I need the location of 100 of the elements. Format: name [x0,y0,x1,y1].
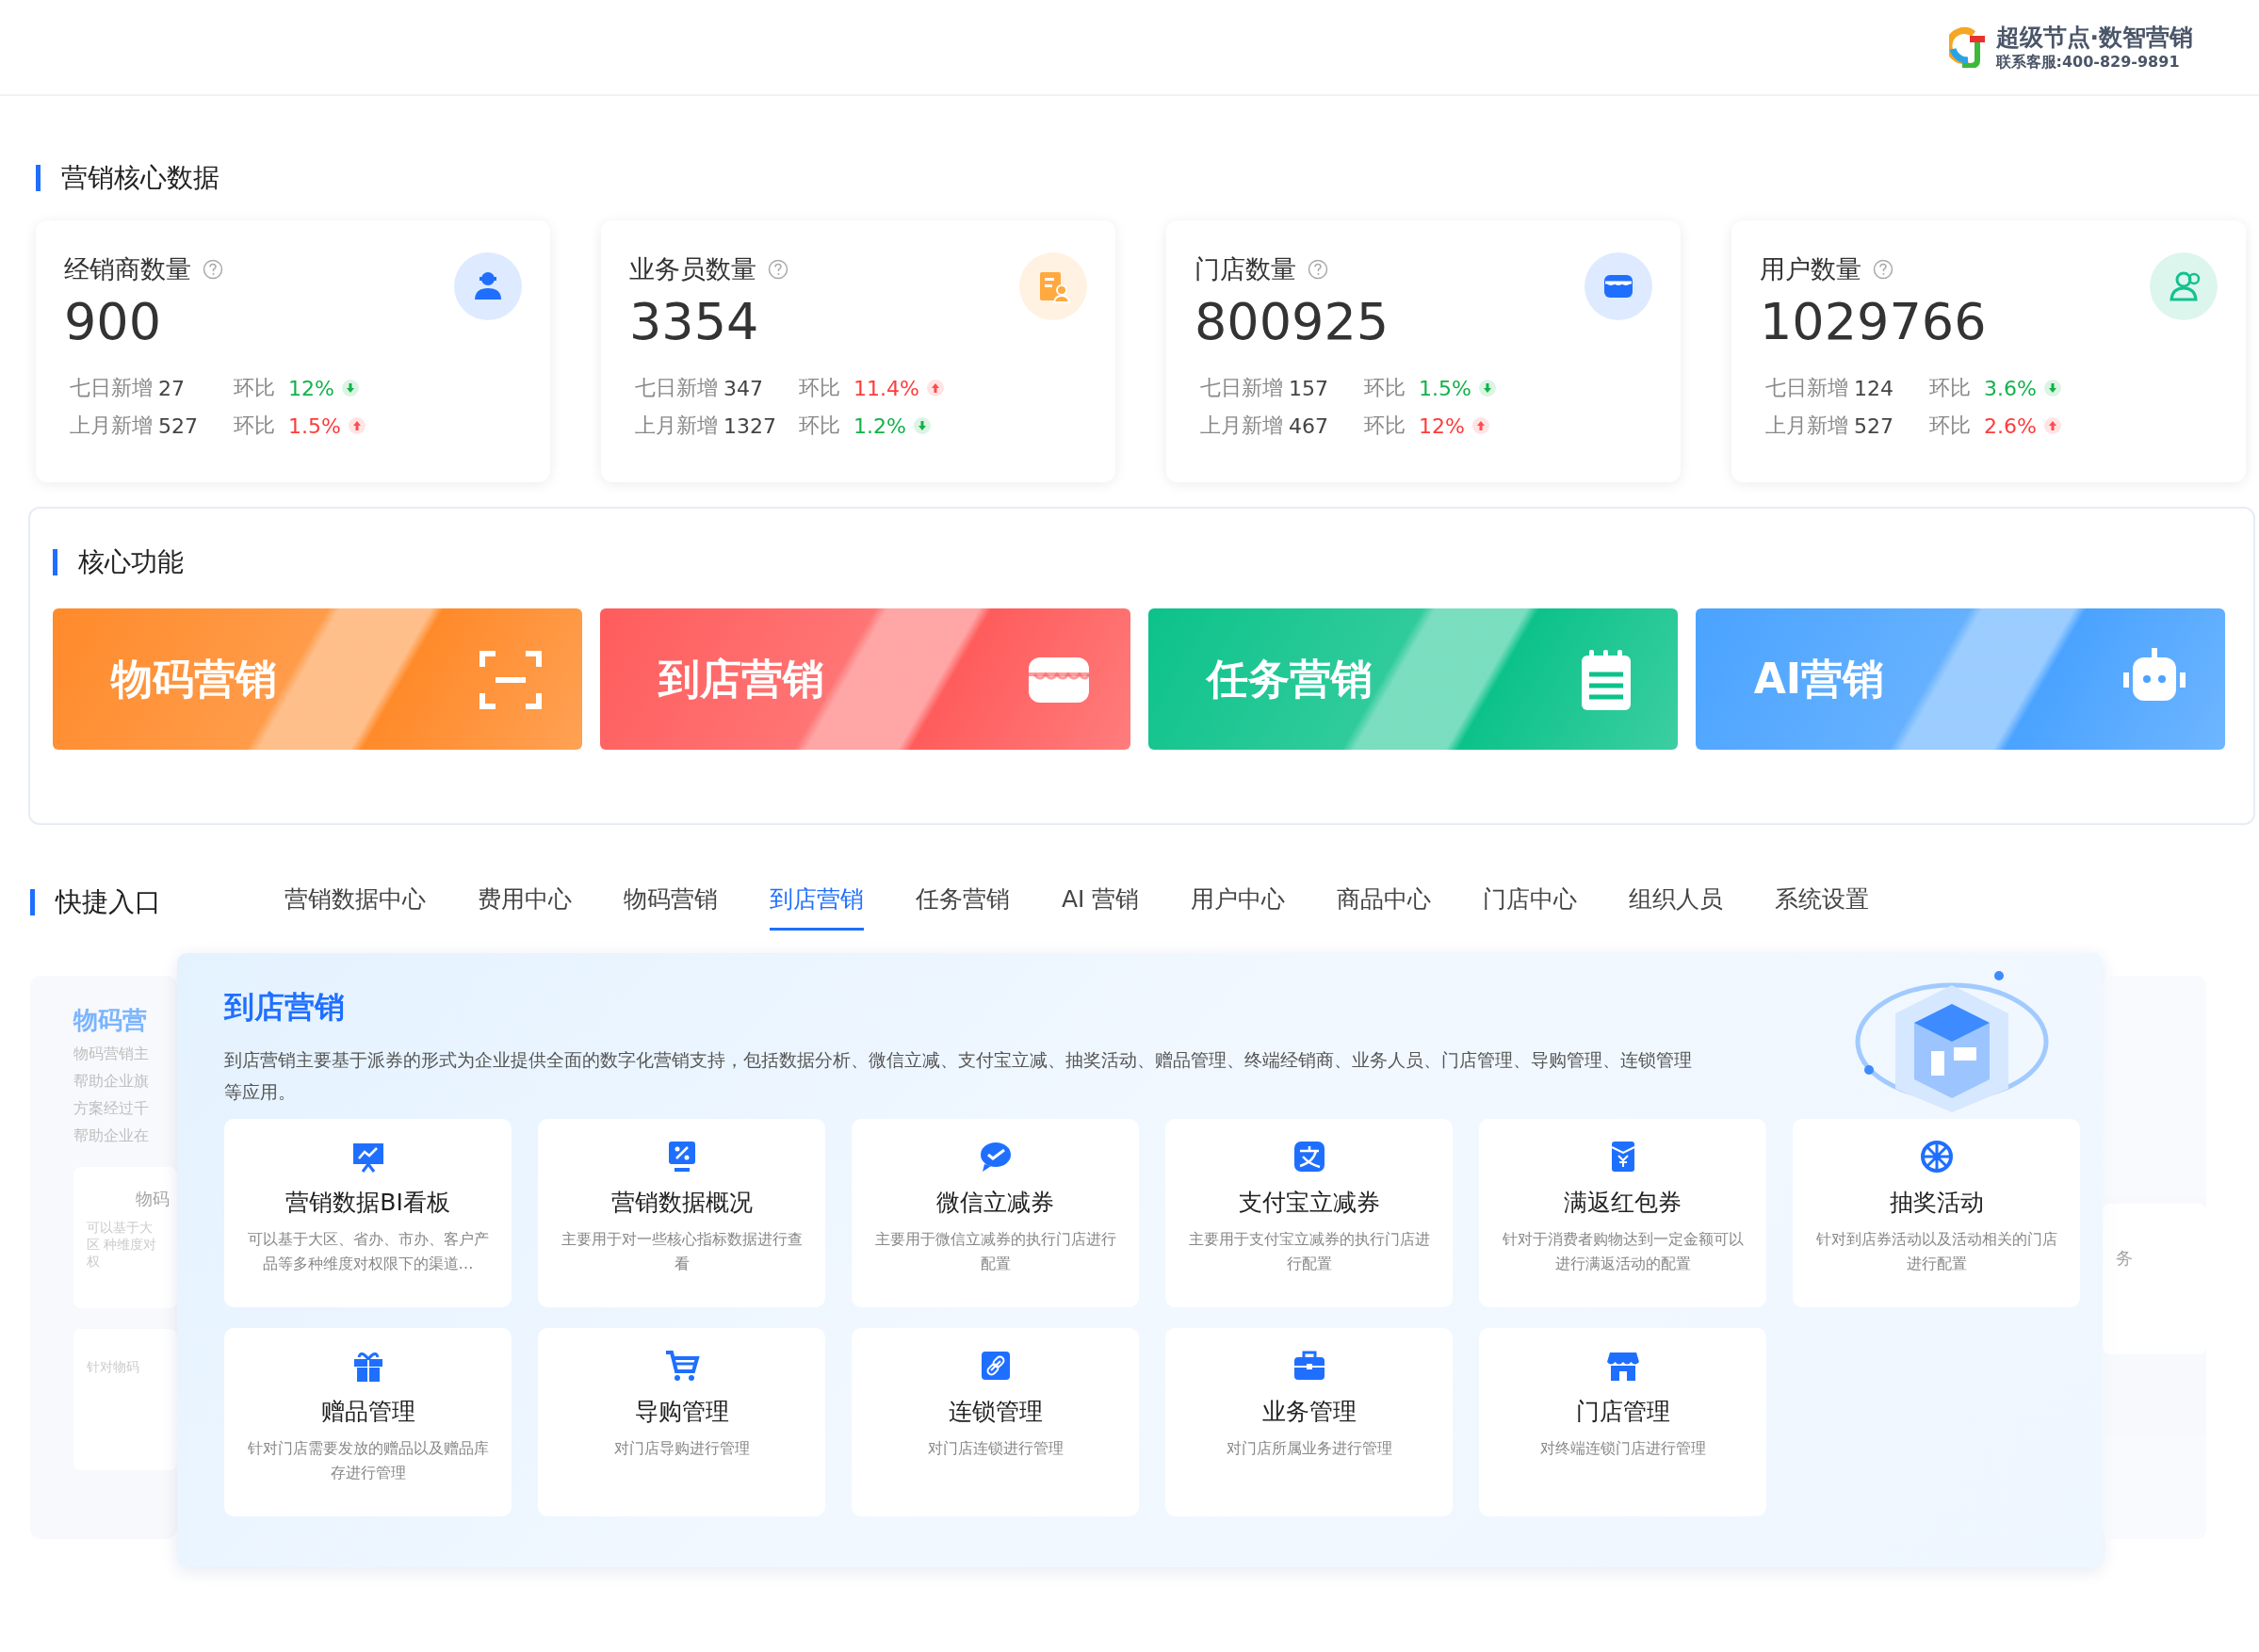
tab[interactable]: 系统设置 [1775,874,1870,931]
ratio-value: 12% [1419,413,1465,438]
ratio-label: 环比 [234,375,275,401]
stat-count: 1327 [723,413,777,438]
description-text: 方案经过千 [73,1099,150,1119]
stat-count: 124 [1854,376,1894,400]
ratio-value: 2.6% [1984,413,2037,438]
ratio-label: 环比 [799,413,840,439]
entry-title: 门店管理 [1575,1397,1670,1427]
panel-description: 到店营销主要基于派券的形式为企业提供全面的数字化营销支持，包括数据分析、微信立减、支付宝立减、抽奖活动、赠品管理、终端经销商、业务人员、门店管理、导购管理、连锁管理等应用。 [224,1048,1693,1104]
entry-description: 针对到店券活动以及活动相关的门店进行配置 [1814,1229,2058,1274]
stat-value: 3354 [629,292,760,351]
tab[interactable]: 任务营销 [916,874,1010,931]
users-icon [2167,269,2201,303]
tab[interactable]: 用户中心 [1191,874,1286,931]
stat-count: 157 [1289,376,1329,400]
stat-title: 业务员数量 [629,253,756,285]
ratio-label: 环比 [1929,375,1971,401]
tab[interactable]: 费用中心 [478,874,572,931]
stat-label: 七日新增 [1765,375,1848,401]
panel-title: 物码营 [73,1005,148,1036]
tab[interactable]: 组织人员 [1629,874,1724,931]
stat-count: 527 [158,413,199,438]
entry-card[interactable]: 门店管理 对终端连锁门店进行管理 [1479,1328,1766,1516]
description-text: 物码营销主 [73,1045,150,1064]
entry-title: 营销数据BI看板 [285,1188,450,1218]
entry-card[interactable]: 业务管理 对门店所属业务进行管理 [1165,1328,1453,1516]
entry-card[interactable]: 抽奖活动 针对到店券活动以及活动相关的门店进行配置 [1793,1119,2080,1307]
section-marker [53,549,57,575]
description-text: 帮助企业旗 [73,1072,150,1092]
entry-title: 连锁管理 [948,1397,1043,1427]
stat-label: 上月新增 [635,413,718,439]
entry-card[interactable]: 赠品管理 针对门店需要发放的赠品以及赠品库存进行管理 [224,1328,512,1516]
stat-count: 467 [1289,413,1329,438]
section-title: 营销核心数据 [61,161,219,195]
entry-card[interactable]: 支付宝立减券 主要用于支付宝立减券的执行门店进行配置 [1165,1119,1453,1307]
hotline-text: 联系客服:400-829-9891 [1995,53,2181,73]
entry-title: 物码 [135,1188,171,1210]
ratio-label: 环比 [799,375,840,401]
entry-description: 对门店导购进行管理 [613,1438,750,1459]
entry-title: 营销数据概况 [610,1188,753,1218]
entry-description: 可以基于大区、省办、市办、客户产品等多种维度对权限下的渠道… [246,1229,490,1274]
entry-title: 赠品管理 [320,1397,415,1427]
section-title: 快捷入口 [56,885,161,919]
tab[interactable]: 门店中心 [1483,874,1578,931]
stat-value: 800925 [1195,292,1390,351]
entry-card[interactable]: 满返红包券 针对于消费者购物达到一定金额可以进行满返活动的配置 [1479,1119,1766,1307]
ratio-value: 3.6% [1984,376,2037,400]
stat-label: 上月新增 [1200,413,1283,439]
entry-card[interactable]: 导购管理 对门店导购进行管理 [538,1328,825,1516]
help-icon [768,259,788,280]
stat-label: 七日新增 [1200,375,1283,401]
entry-title: 务 [2115,1247,2134,1270]
entry-description: 对终端连锁门店进行管理 [1539,1438,1706,1459]
entry-description: 主要用于微信立减券的执行门店进行配置 [873,1229,1117,1274]
stat-value: 1029766 [1760,292,1988,351]
stat-label: 上月新增 [70,413,153,439]
tab[interactable]: 营销数据中心 [284,874,426,931]
stat-title: 门店数量 [1195,253,1296,285]
ratio-label: 环比 [234,413,275,439]
entry-title: 抽奖活动 [1889,1188,1984,1218]
stat-count: 347 [723,376,764,400]
stat-label: 七日新增 [635,375,718,401]
ratio-label: 环比 [1364,375,1406,401]
entry-card[interactable]: 连锁管理 对门店连锁进行管理 [852,1328,1139,1516]
stat-label: 七日新增 [70,375,153,401]
ratio-value: 1.2% [853,413,906,438]
tab[interactable]: 到店营销 [770,874,864,931]
stat-count: 527 [1854,413,1894,438]
entry-description: 针对于消费者购物达到一定金额可以进行满返活动的配置 [1501,1229,1745,1274]
help-icon [1873,259,1893,280]
description-text: 帮助企业在 [73,1126,150,1146]
tab[interactable]: 商品中心 [1337,874,1432,931]
ratio-value: 11.4% [853,376,919,400]
stat-count: 27 [158,376,186,400]
entry-card[interactable]: 营销数据BI看板 可以基于大区、省办、市办、客户产品等多种维度对权限下的渠道… [224,1119,512,1307]
entry-title: 满返红包券 [1564,1188,1682,1218]
stat-title: 经销商数量 [64,253,191,285]
ratio-value: 1.5% [288,413,341,438]
entry-description: 主要用于对一些核心指标数据进行查看 [560,1229,804,1274]
entry-description: 针对门店需要发放的赠品以及赠品库存进行管理 [246,1438,490,1483]
stat-label: 上月新增 [1765,413,1848,439]
help-icon [1308,259,1328,280]
entry-title: 业务管理 [1261,1397,1357,1427]
help-icon [203,259,223,280]
tab[interactable]: 物码营销 [624,874,718,931]
ratio-label: 环比 [1929,413,1971,439]
entry-card[interactable]: 微信立减券 主要用于微信立减券的执行门店进行配置 [852,1119,1139,1307]
entry-card[interactable]: 营销数据概况 主要用于对一些核心指标数据进行查看 [538,1119,825,1307]
section-marker [36,165,41,191]
tab[interactable]: AI 营销 [1062,874,1140,931]
ratio-label: 环比 [1364,413,1406,439]
entry-description: 对门店所属业务进行管理 [1226,1438,1392,1459]
section-marker [30,889,35,915]
entry-description: 对门店连锁进行管理 [927,1438,1064,1459]
entry-title: 支付宝立减券 [1238,1188,1380,1218]
entry-description: 主要用于支付宝立减券的执行门店进行配置 [1187,1229,1431,1274]
brand-name: 超级节点·数智营销 [1995,23,2193,53]
logo-icon [1948,26,1987,68]
entry-title: 导购管理 [634,1397,729,1427]
